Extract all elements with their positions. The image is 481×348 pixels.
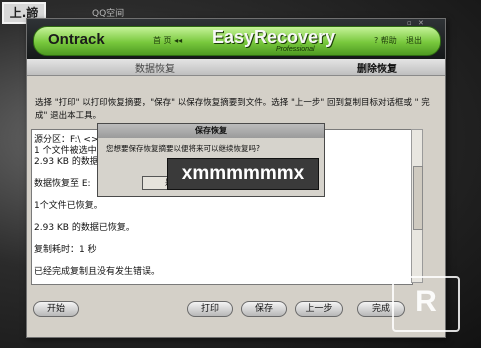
professional-label: Professional (276, 46, 315, 53)
summary-line: 1个文件已恢复。 (34, 201, 103, 211)
save-button[interactable]: 保存 (241, 301, 287, 317)
help-link[interactable]: ? 帮助 (374, 35, 397, 46)
home-link[interactable]: 首 页 ◂◂ (153, 35, 182, 46)
summary-line: 数据恢复至 E: (34, 179, 91, 189)
breadcrumb: 数据恢复 (135, 64, 175, 75)
dialog-title: 保存恢复 (98, 124, 324, 138)
summary-line: 2.93 KB 的数据已恢复。 (34, 223, 135, 233)
summary-line: 复制耗时：1 秒 (34, 245, 97, 255)
start-button[interactable]: 开始 (33, 301, 79, 317)
summary-line: 2.93 KB 的数据 (34, 157, 99, 167)
subheader: 数据恢复 删除恢复 (27, 59, 445, 76)
ontrack-logo: Ontrack (48, 31, 105, 48)
brand-bar: Ontrack 首 页 ◂◂ EasyRecovery Professional… (33, 26, 441, 56)
app-header: ▫ ✕ Ontrack 首 页 ◂◂ EasyRecovery Professi… (27, 19, 445, 59)
back-button[interactable]: 上一步 (295, 301, 343, 317)
summary-scrollbar[interactable] (411, 129, 423, 283)
overlay-caption: xmmmmmmx (167, 158, 319, 190)
dialog-message: 您想要保存恢复摘要以便将来可以继续恢复吗? (106, 144, 260, 153)
page-title: 删除恢复 (357, 64, 397, 75)
instructions-text: 选择 "打印" 以打印恢复摘要，"保存" 以保存恢复摘要到文件。选择 "上一步"… (35, 98, 430, 121)
watermark-logo: R (392, 276, 460, 332)
print-button[interactable]: 打印 (187, 301, 233, 317)
exit-link[interactable]: 退出 (406, 35, 422, 46)
summary-line: 已经完成复制且没有发生错误。 (34, 267, 161, 277)
scrollbar-thumb[interactable] (413, 166, 423, 230)
easyrecovery-logo: EasyRecovery (212, 27, 336, 47)
